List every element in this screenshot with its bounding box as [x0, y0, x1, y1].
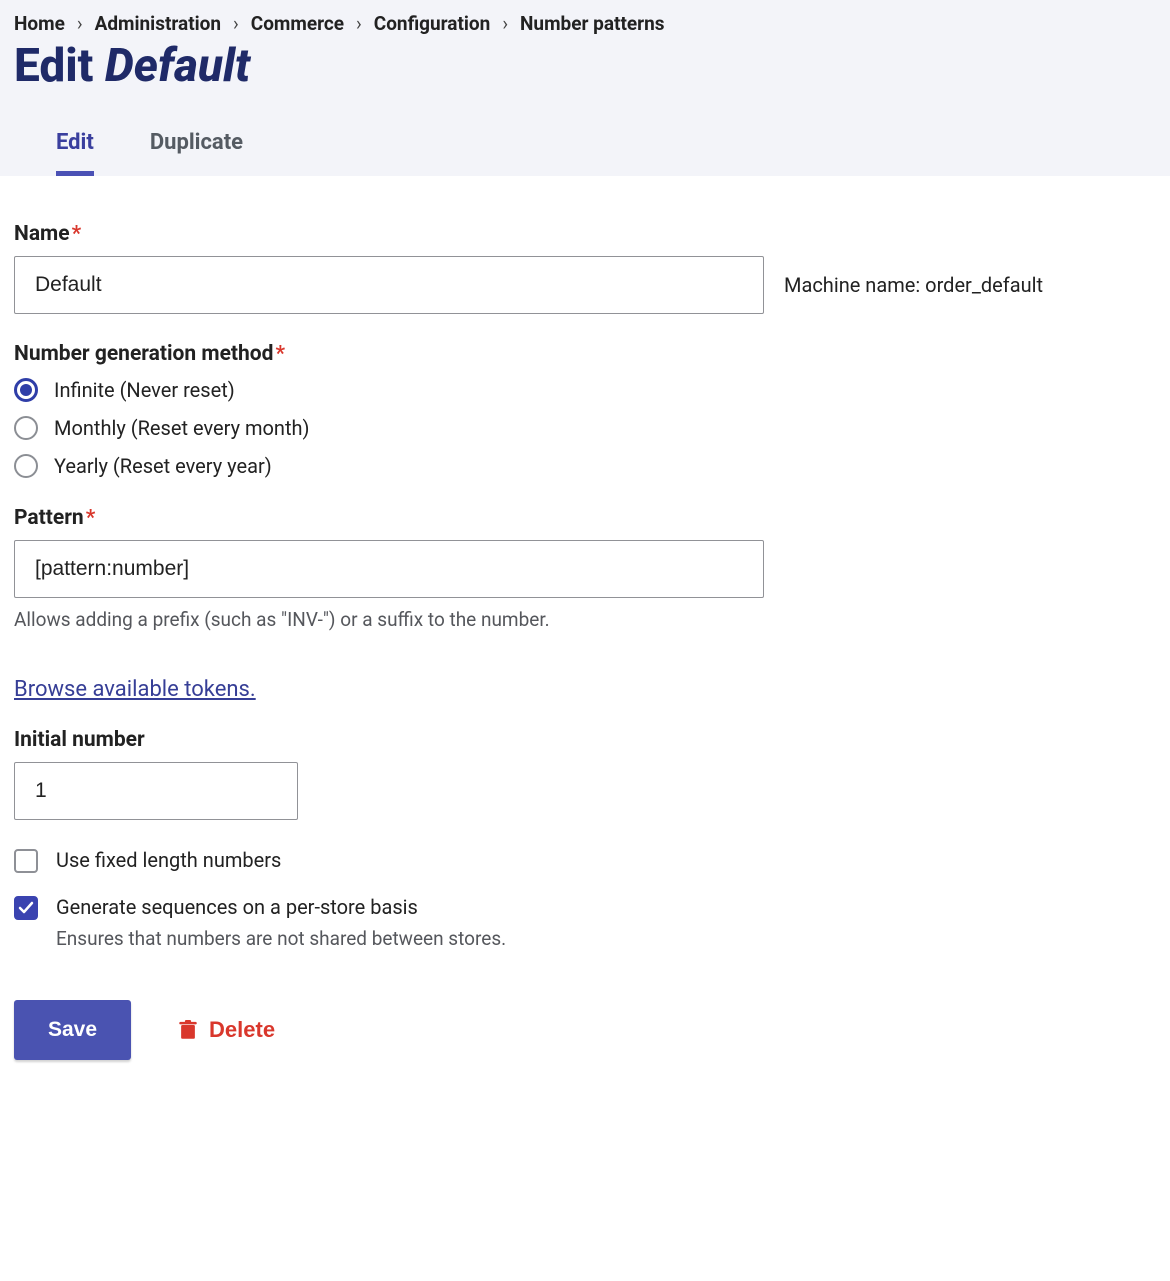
breadcrumb-item-number-patterns[interactable]: Number patterns: [520, 12, 664, 35]
per-store-label: Generate sequences on a per-store basis: [56, 895, 506, 919]
breadcrumb-item-administration[interactable]: Administration: [95, 12, 221, 35]
pattern-field[interactable]: [14, 540, 764, 598]
radio-monthly-label: Monthly (Reset every month): [54, 416, 310, 440]
breadcrumb: Home › Administration › Commerce › Confi…: [14, 12, 1156, 35]
page-title-entity: Default: [105, 39, 250, 93]
breadcrumb-item-commerce[interactable]: Commerce: [251, 12, 344, 35]
pattern-description: Allows adding a prefix (such as "INV-") …: [14, 608, 1156, 631]
check-icon: [18, 900, 34, 916]
chevron-right-icon: ›: [227, 12, 245, 35]
name-label: Name*: [14, 222, 1156, 246]
radio-monthly[interactable]: [14, 416, 38, 440]
required-marker: *: [72, 222, 82, 246]
primary-tabs: Edit Duplicate: [14, 120, 1156, 176]
save-button[interactable]: Save: [14, 1000, 131, 1060]
fixed-length-option[interactable]: Use fixed length numbers: [14, 848, 1156, 873]
trash-icon: [179, 1020, 197, 1040]
radio-yearly-label: Yearly (Reset every year): [54, 454, 272, 478]
tab-duplicate[interactable]: Duplicate: [150, 120, 243, 176]
fixed-length-checkbox[interactable]: [14, 849, 38, 873]
radio-option-infinite[interactable]: Infinite (Never reset): [14, 378, 1156, 402]
chevron-right-icon: ›: [496, 12, 514, 35]
name-field[interactable]: [14, 256, 764, 314]
page-title: Edit Default: [14, 41, 1156, 92]
delete-button-label: Delete: [209, 1017, 275, 1043]
radio-infinite[interactable]: [14, 378, 38, 402]
tab-edit[interactable]: Edit: [56, 120, 94, 176]
pattern-label: Pattern*: [14, 506, 1156, 530]
chevron-right-icon: ›: [71, 12, 89, 35]
machine-name-label: Machine name:: [784, 273, 925, 297]
radio-infinite-label: Infinite (Never reset): [54, 378, 235, 402]
radio-option-monthly[interactable]: Monthly (Reset every month): [14, 416, 1156, 440]
generation-method-label-text: Number generation method: [14, 342, 273, 366]
chevron-right-icon: ›: [350, 12, 368, 35]
name-label-text: Name: [14, 222, 70, 246]
required-marker: *: [86, 506, 96, 530]
breadcrumb-item-configuration[interactable]: Configuration: [374, 12, 491, 35]
breadcrumb-item-home[interactable]: Home: [14, 12, 65, 35]
per-store-option[interactable]: Generate sequences on a per-store basis …: [14, 895, 1156, 950]
initial-number-label: Initial number: [14, 728, 1156, 752]
required-marker: *: [275, 342, 285, 366]
pattern-label-text: Pattern: [14, 506, 84, 530]
machine-name-value: order_default: [925, 273, 1043, 297]
per-store-checkbox[interactable]: [14, 896, 38, 920]
delete-button[interactable]: Delete: [173, 1016, 281, 1044]
initial-number-field[interactable]: [14, 762, 298, 820]
browse-tokens-link[interactable]: Browse available tokens.: [14, 677, 256, 702]
radio-yearly[interactable]: [14, 454, 38, 478]
per-store-description: Ensures that numbers are not shared betw…: [56, 927, 506, 950]
radio-option-yearly[interactable]: Yearly (Reset every year): [14, 454, 1156, 478]
machine-name-display: Machine name: order_default: [784, 273, 1043, 297]
generation-method-label: Number generation method*: [14, 342, 1156, 366]
page-title-prefix: Edit: [14, 39, 105, 93]
fixed-length-label: Use fixed length numbers: [56, 848, 281, 872]
